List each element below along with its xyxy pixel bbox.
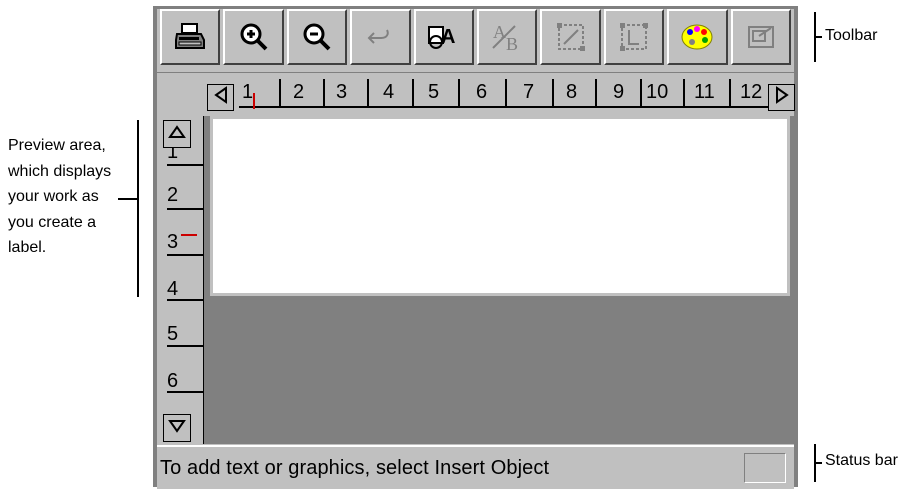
- hruler-tick: [412, 79, 414, 106]
- arrow-down-icon: [168, 418, 186, 439]
- hruler-number: 8: [566, 81, 578, 103]
- status-bar: To add text or graphics, select Insert O…: [157, 445, 794, 489]
- hruler-tick: [505, 79, 507, 106]
- palette-icon: [680, 22, 714, 52]
- preview-area: [203, 116, 795, 444]
- preview-area-bracket: [137, 120, 139, 297]
- printer-icon: [174, 22, 206, 52]
- hruler-number: 6: [476, 81, 488, 103]
- label-canvas[interactable]: [210, 116, 790, 296]
- toolbar-annotation: Toolbar: [825, 27, 878, 44]
- preview-area-bracket-tick: [118, 198, 137, 200]
- vruler-tick: [167, 208, 203, 210]
- preview-area-annotation: Preview area, which displays your work a…: [8, 137, 112, 256]
- insert-object-button[interactable]: A: [413, 9, 475, 65]
- hruler-tick: [552, 79, 554, 106]
- zoom-out-button[interactable]: [286, 9, 348, 65]
- vruler-number: 6: [167, 370, 179, 392]
- hruler-number: 3: [336, 81, 348, 103]
- hruler-tick: [595, 79, 597, 106]
- zoom-in-icon: [238, 21, 270, 53]
- insert-object-icon: A: [426, 21, 462, 53]
- status-bar-annotation: Status bar: [825, 452, 898, 469]
- hruler-tick: [683, 79, 685, 106]
- properties-icon: [745, 22, 777, 52]
- hruler-number: 11: [694, 81, 715, 103]
- vruler-position-marker: [181, 234, 197, 236]
- undo-button[interactable]: [350, 9, 411, 65]
- hruler-number: 1: [242, 81, 254, 103]
- arrow-left-icon: [213, 86, 229, 109]
- align-icon: [617, 20, 651, 54]
- vruler-number: 2: [167, 184, 179, 206]
- label-editor-window: A A B 1 2 3 4 5 6 7 8 9 10 11 12 1 2 3 4…: [153, 6, 798, 489]
- vruler-number: 5: [167, 323, 179, 345]
- zoom-in-button[interactable]: [223, 9, 284, 65]
- vertical-ruler: 1 2 3 4 5 6: [157, 116, 203, 445]
- vruler-number: 3: [167, 231, 179, 253]
- ruler-scroll-right-button[interactable]: [768, 84, 795, 111]
- hruler-tick: [640, 79, 642, 106]
- resize-icon: [554, 20, 588, 54]
- vruler-tick: [167, 345, 203, 347]
- hruler-position-marker: [253, 93, 255, 109]
- hruler-number: 7: [523, 81, 535, 103]
- hruler-tick: [279, 79, 281, 106]
- hruler-number: 12: [740, 81, 763, 103]
- text-format-icon: A B: [489, 20, 525, 54]
- status-bar-bracket-tick: [814, 462, 822, 464]
- zoom-out-icon: [301, 21, 333, 53]
- align-button[interactable]: [603, 9, 665, 65]
- arrow-right-icon: [774, 86, 790, 109]
- toolbar: A A B: [160, 9, 794, 68]
- hruler-number: 5: [428, 81, 440, 103]
- svg-text:A: A: [441, 26, 455, 48]
- hruler-number: 4: [383, 81, 395, 103]
- horizontal-ruler-scale: 1 2 3 4 5 6 7 8 9 10 11 12: [239, 79, 786, 109]
- undo-icon: [365, 25, 395, 49]
- ruler-scroll-down-button[interactable]: [163, 414, 191, 442]
- ruler-scroll-left-button[interactable]: [207, 84, 234, 111]
- svg-text:B: B: [506, 34, 518, 54]
- hruler-number: 2: [293, 81, 305, 103]
- hruler-tick: [323, 79, 325, 106]
- toolbar-bracket-tick: [814, 36, 822, 38]
- properties-button[interactable]: [730, 9, 792, 65]
- svg-text:A: A: [493, 22, 506, 42]
- hruler-tick: [729, 79, 731, 106]
- color-palette-button[interactable]: [667, 9, 728, 65]
- hruler-tick: [367, 79, 369, 106]
- resize-button[interactable]: [540, 9, 601, 65]
- vruler-number: 4: [167, 278, 179, 300]
- hruler-tick: [458, 79, 460, 106]
- vruler-tick: [167, 164, 203, 166]
- horizontal-ruler: 1 2 3 4 5 6 7 8 9 10 11 12: [157, 72, 795, 117]
- ruler-scroll-up-button[interactable]: [163, 120, 191, 148]
- hruler-number: 9: [613, 81, 625, 103]
- text-format-button[interactable]: A B: [477, 9, 538, 65]
- vruler-tick: [167, 299, 203, 301]
- vruler-tick: [167, 391, 203, 393]
- arrow-up-icon: [168, 124, 186, 145]
- status-panel: [744, 453, 786, 483]
- status-message: To add text or graphics, select Insert O…: [160, 457, 550, 479]
- vruler-tick: [167, 254, 203, 256]
- hruler-number: 10: [646, 81, 669, 103]
- print-button[interactable]: [160, 9, 221, 65]
